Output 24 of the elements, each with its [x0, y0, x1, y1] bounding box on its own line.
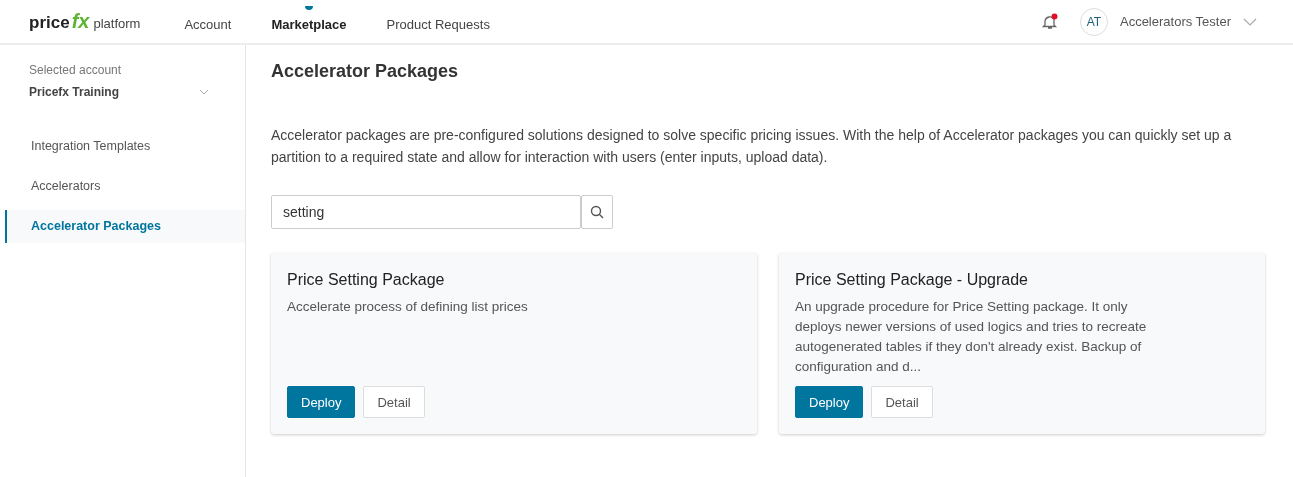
sidebar-item[interactable]: Integration Templates: [5, 130, 245, 163]
logo: pricefx platform: [29, 10, 141, 33]
nav-tab[interactable]: Account: [184, 0, 232, 43]
deploy-button[interactable]: Deploy: [287, 386, 356, 418]
detail-button[interactable]: Detail: [871, 386, 933, 418]
nav-tab[interactable]: Marketplace: [271, 0, 347, 43]
deploy-button[interactable]: Deploy: [795, 386, 864, 418]
card-title: Price Setting Package: [287, 271, 446, 289]
sidebar-item[interactable]: Accelerators: [5, 170, 245, 203]
sidebar-item[interactable]: Accelerator Packages: [5, 210, 245, 243]
page-title: Accelerator Packages: [271, 61, 460, 82]
account-select[interactable]: Pricefx Training: [0, 77, 245, 99]
card-description: An upgrade procedure for Price Setting package. It only deploys newer versions of used logics and tries to recreate autogenerated tables if they don't already exist. Backup of configuration and d...: [795, 298, 1148, 376]
detail-button[interactable]: Detail: [363, 386, 425, 418]
account-label: Selected account: [28, 63, 123, 77]
user-name[interactable]: Accelerators Tester: [1119, 14, 1231, 29]
search-field[interactable]: setting: [271, 195, 581, 229]
card-title: Price Setting Package - Upgrade: [795, 271, 1029, 289]
card-description: Accelerate process of defining list prices: [287, 298, 529, 316]
page-description: Accelerator packages are pre-configured solutions designed to solve specific pricing issues. With the help of Accelerator packages you can quickly set up a partition to a required state and allow for interaction with users (enter inputs, upload data).: [271, 126, 1233, 167]
search-button[interactable]: [581, 195, 613, 229]
nav-tab[interactable]: Product Requests: [386, 0, 490, 43]
search-icon[interactable]: [590, 205, 604, 219]
bell-icon[interactable]: [1041, 12, 1058, 31]
